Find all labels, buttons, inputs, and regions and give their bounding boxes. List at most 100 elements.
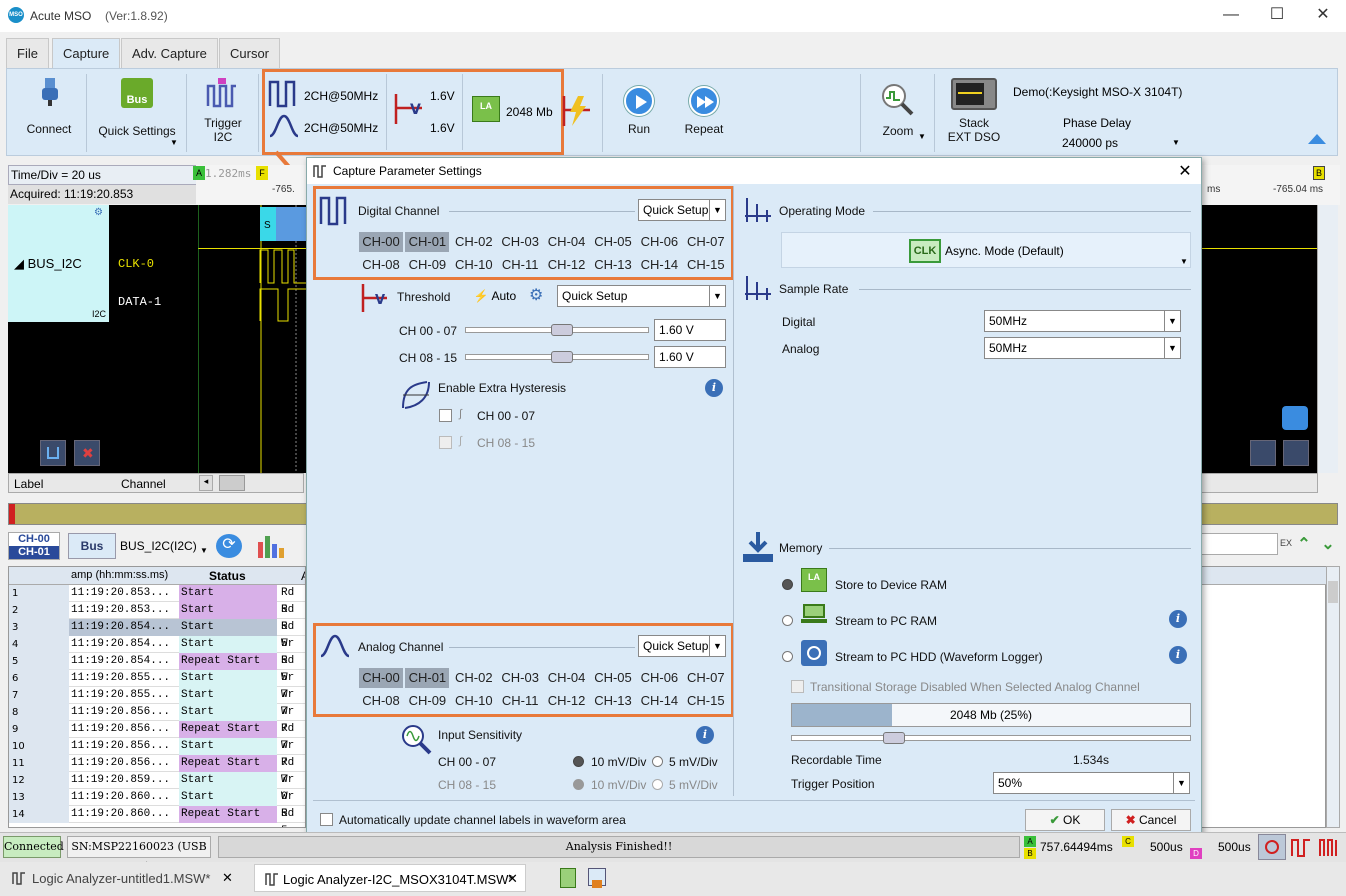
scroll-left-button[interactable]: ◂ [199, 475, 213, 491]
collapse-ribbon-icon[interactable] [1308, 134, 1326, 144]
document-tab-2[interactable]: Logic Analyzer-I2C_MSOX3104T.MSW* ✕ [254, 864, 526, 892]
digital-ch-04-button[interactable]: CH-04 [545, 232, 589, 252]
gear-icon[interactable]: ⚙ [94, 207, 103, 218]
clock-icon[interactable] [1258, 834, 1286, 860]
maximize-button[interactable]: ☐ [1254, 0, 1300, 32]
tab-cursor[interactable]: Cursor [219, 38, 281, 68]
digital-wave-icon[interactable] [1290, 836, 1312, 858]
table-row[interactable]: 2 11:19:20.853... Start Rd 5 [9, 602, 305, 633]
analog-quick-setup-select[interactable]: Quick Setup ▼ [638, 635, 726, 657]
trigger-position-select[interactable]: 50% ▼ [993, 772, 1190, 794]
table-row[interactable]: 3 11:19:20.854... Start Rd 5 [9, 619, 305, 650]
analog-ch-15-button[interactable]: CH-15 [684, 691, 728, 711]
table-row[interactable]: 13 11:19:20.860... Start Wr 5 [9, 789, 305, 820]
digital-ch-01-button[interactable]: CH-01 [405, 232, 450, 252]
run-button[interactable]: Run [612, 74, 666, 146]
cancel-button[interactable]: ✖ Cancel [1111, 809, 1191, 831]
table-row[interactable]: 9 11:19:20.856... Repeat Start Rd 7 [9, 721, 305, 752]
threshold-slider-2-knob[interactable] [551, 351, 573, 363]
scroll-thumb[interactable] [219, 475, 245, 491]
sensitivity-ch1-10mv-radio[interactable] [573, 756, 584, 767]
next-result-icon[interactable]: ⌄ [1318, 534, 1338, 554]
bus-decoder-icon[interactable]: Bus [68, 533, 116, 559]
tab-file[interactable]: File [6, 38, 49, 68]
analog-ch-12-button[interactable]: CH-12 [545, 691, 589, 711]
threshold-value-1[interactable]: 1.60 V [654, 319, 726, 341]
stream-hdd-radio[interactable] [782, 651, 793, 662]
hysteresis-ch00-07-checkbox[interactable] [439, 409, 452, 422]
threshold-value-2[interactable]: 1.60 V [654, 346, 726, 368]
analog-rate-select[interactable]: 50MHz ▼ [984, 337, 1181, 359]
channel-data[interactable]: DATA-1 [118, 295, 161, 309]
cursor-f-marker[interactable]: F [256, 166, 268, 180]
threshold-slider-1-knob[interactable] [551, 324, 573, 336]
memory-slider[interactable] [791, 735, 1191, 741]
tab-capture[interactable]: Capture [52, 38, 121, 68]
auto-threshold-button[interactable]: ⚡ Auto [465, 285, 525, 307]
table-row[interactable]: 12 11:19:20.859... Start Wr 0 [9, 772, 305, 803]
prev-result-icon[interactable]: ⌃ [1294, 534, 1314, 554]
zoom-out-icon[interactable] [1250, 440, 1276, 466]
info-icon[interactable]: i [696, 726, 714, 744]
memory-slider-knob[interactable] [883, 732, 905, 744]
close-window-button[interactable]: ✕ [1300, 0, 1346, 32]
stack-ext-dso-button[interactable]: Stack EXT DSO [940, 74, 1008, 148]
export-icon[interactable] [558, 866, 580, 890]
digital-quick-setup-select[interactable]: Quick Setup ▼ [638, 199, 726, 221]
digital-ch-03-button[interactable]: CH-03 [498, 232, 542, 252]
channel-selector[interactable]: CH-00 CH-01 [8, 532, 60, 560]
analog-ch-09-button[interactable]: CH-09 [405, 691, 449, 711]
connect-button[interactable]: Connect [14, 74, 84, 146]
auto-update-labels-checkbox[interactable] [320, 813, 333, 826]
analog-ch-07-button[interactable]: CH-07 [684, 668, 728, 688]
gear-icon[interactable]: ⚙ [529, 287, 547, 305]
packet-table[interactable]: amp (hh:mm:ss.ms) Status A 111:19:20.853… [8, 566, 306, 828]
table-row[interactable]: 4 11:19:20.854... Start Wr 5 [9, 636, 305, 667]
phase-delay-value[interactable]: 240000 ps [1062, 136, 1118, 150]
analog-ch-05-button[interactable]: CH-05 [591, 668, 635, 688]
tab-adv-capture[interactable]: Adv. Capture [121, 38, 218, 68]
stream-pc-radio[interactable] [782, 615, 793, 626]
waveform-canvas-right[interactable] [1200, 205, 1318, 473]
repeat-button[interactable]: Repeat [674, 74, 734, 146]
bus-label-cell[interactable]: ◢ BUS_I2C I2C ⚙ [8, 205, 109, 322]
analog-ch-11-button[interactable]: CH-11 [498, 691, 542, 711]
digital-ch-07-button[interactable]: CH-07 [684, 232, 728, 252]
dialog-close-button[interactable]: ✕ [1175, 161, 1195, 181]
info-icon[interactable]: i [1169, 646, 1187, 664]
new-analyzer-icon[interactable] [586, 866, 610, 890]
analog-ch-14-button[interactable]: CH-14 [637, 691, 681, 711]
digital-ch-12-button[interactable]: CH-12 [545, 255, 589, 275]
analog-ch-02-button[interactable]: CH-02 [452, 668, 496, 688]
digital-ch-11-button[interactable]: CH-11 [498, 255, 542, 275]
column-timestamp[interactable]: amp (hh:mm:ss.ms) [71, 569, 168, 581]
store-device-radio[interactable] [782, 579, 793, 590]
table-scrollbar[interactable] [1326, 566, 1340, 828]
table-row[interactable]: 1 11:19:20.853... Start Rd 5 [9, 585, 305, 616]
chevron-down-icon[interactable]: ▼ [1172, 138, 1180, 147]
quick-settings-button[interactable]: Bus Quick Settings ▼ [92, 74, 182, 152]
analog-ch-10-button[interactable]: CH-10 [452, 691, 496, 711]
table-row[interactable]: 5 11:19:20.854... Repeat Start Rd 5 [9, 653, 305, 684]
info-icon[interactable]: i [705, 379, 723, 397]
digital-ch-02-button[interactable]: CH-02 [452, 232, 496, 252]
trigger-button[interactable]: Trigger I2C [194, 74, 252, 146]
operating-mode-select[interactable]: CLK Async. Mode (Default) ▼ [781, 232, 1191, 268]
analog-ch-01-button[interactable]: CH-01 [405, 668, 450, 688]
cursor-a-marker[interactable]: A [193, 166, 205, 180]
chevron-down-icon[interactable]: ▼ [200, 546, 208, 555]
analog-ch-03-button[interactable]: CH-03 [498, 668, 542, 688]
remove-channel-icon[interactable]: ✖ [74, 440, 100, 466]
refresh-icon[interactable]: ⟳ [216, 534, 242, 558]
threshold-quick-setup-select[interactable]: Quick Setup ▼ [557, 285, 726, 307]
table-row[interactable]: 1411:19:20.860... Repeat Start Rd 5 [9, 806, 305, 827]
table-row[interactable]: 6 11:19:20.855... Start Wr 7 [9, 670, 305, 701]
digital-ch-13-button[interactable]: CH-13 [591, 255, 635, 275]
add-channel-icon[interactable] [40, 440, 66, 466]
trigger-lightning-icon[interactable] [560, 94, 596, 128]
column-status[interactable]: Status [209, 569, 246, 583]
channel-clk[interactable]: CLK-0 [118, 257, 154, 271]
time-div[interactable]: Time/Div = 20 us [11, 168, 101, 182]
analog-ch-06-button[interactable]: CH-06 [637, 668, 681, 688]
bus-wave-icon[interactable] [1318, 836, 1340, 858]
